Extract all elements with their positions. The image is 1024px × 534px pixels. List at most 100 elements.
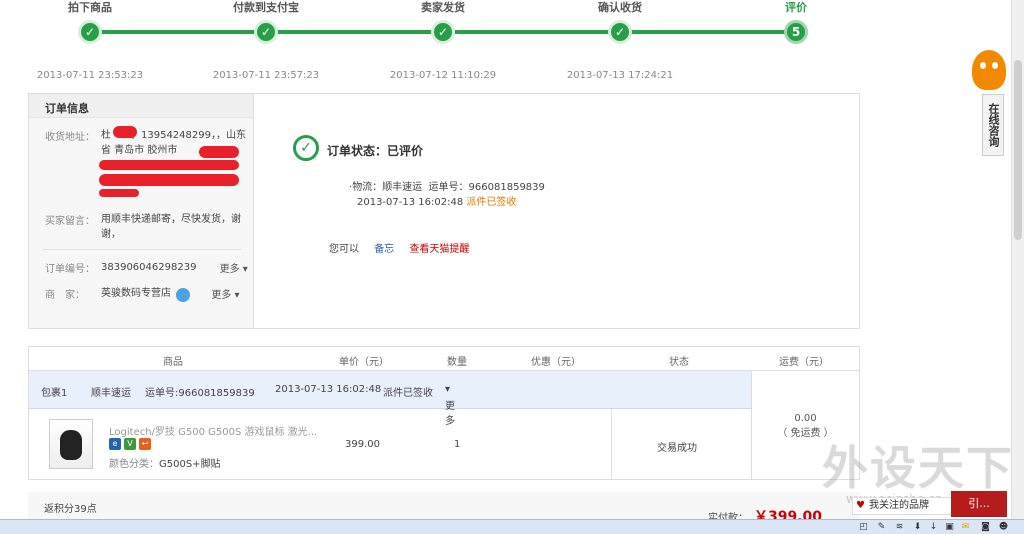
- shipping-fee: 0.00: [794, 413, 817, 424]
- step-confirm: 确认收货 ✓ 2013-07-13 17:24:21: [550, 0, 690, 81]
- return-icon: ↩: [139, 438, 151, 450]
- window-icon[interactable]: ◰: [858, 522, 869, 533]
- step-number-badge: 5: [784, 20, 808, 44]
- col-status: 状态: [669, 357, 689, 368]
- product-spec: 颜色分类：G500S+脚贴: [109, 459, 221, 470]
- scrollbar-thumb[interactable]: [1014, 60, 1022, 240]
- package-more-link[interactable]: 更多 ▾: [445, 384, 455, 427]
- step-time: 2013-07-11 23:57:23: [212, 70, 320, 81]
- download-icon[interactable]: ⬇: [912, 522, 923, 533]
- goods-table: 商品 单价（元） 数量 优惠（元） 状态 运费（元） 包裹1 顺丰速运 运单号:…: [28, 346, 860, 480]
- you-can-label: 您可以: [329, 244, 359, 255]
- step-ship: 卖家发货 ✓ 2013-07-12 11:10:29: [373, 0, 513, 81]
- order-no-value: 383906046298239: [101, 262, 197, 273]
- check-icon: ✓: [254, 20, 278, 44]
- order-info-title: 订单信息: [29, 94, 253, 118]
- order-info-panel: 订单信息 收货地址：杜 ，13954248299，，山东省 青岛市 胶州市 买家…: [28, 93, 860, 329]
- step-time: 2013-07-11 23:53:23: [36, 70, 144, 81]
- logistics-label: 物流：: [352, 182, 383, 193]
- redaction-mark: [199, 146, 239, 158]
- order-detail-page: 拍下商品 ✓ 2013-07-11 23:53:23 付款到支付宝 ✓ 2013…: [0, 0, 1024, 534]
- order-footer: 返积分39点 实付款：￥399.00: [28, 492, 860, 525]
- order-no-row: 订单编号： 383906046298239 更多 ▾: [45, 260, 248, 275]
- redaction-mark: [99, 174, 239, 186]
- order-info-sidebar: 订单信息 收货地址：杜 ，13954248299，，山东省 青岛市 胶州市 买家…: [29, 94, 254, 328]
- memo-link[interactable]: 备忘: [374, 244, 394, 255]
- step-label: 评价: [785, 1, 807, 14]
- order-status-area: ✓ 订单状态：已评价 ·物流：顺丰速运 运单号：966081859839 201…: [255, 94, 859, 328]
- quantity: 1: [454, 439, 461, 450]
- side-red-button[interactable]: 引...: [951, 491, 1007, 517]
- camera-icon[interactable]: ◙: [980, 522, 991, 533]
- mascot-icon: [972, 50, 1006, 90]
- message-value: 用顺丰快递邮寄，尽快发货，谢谢，: [101, 214, 241, 240]
- network-icon[interactable]: ≋: [894, 522, 905, 533]
- arrow-down-icon[interactable]: ↓: [928, 522, 939, 533]
- trade-status: 交易成功: [657, 443, 697, 454]
- check-icon: ✓: [431, 20, 455, 44]
- step-label: 拍下商品: [68, 1, 112, 14]
- step-time: 2013-07-13 17:24:21: [566, 70, 674, 81]
- followed-brands-button[interactable]: ♥ 我关注的品牌: [852, 497, 962, 515]
- divider: [611, 409, 612, 479]
- spec-value: G500S+脚贴: [159, 459, 221, 470]
- step-label: 卖家发货: [421, 1, 465, 14]
- carrier-name: 顺丰速运: [382, 182, 423, 193]
- table-header: 商品 单价（元） 数量 优惠（元） 状态 运费（元）: [29, 347, 859, 371]
- col-price: 单价（元）: [339, 357, 389, 368]
- tracking-number: 966081859839: [468, 182, 545, 193]
- online-consult-button[interactable]: 在线咨询: [982, 94, 1004, 156]
- mail-icon[interactable]: ✉: [960, 522, 971, 533]
- redaction-mark: [99, 160, 239, 170]
- divider: [43, 249, 241, 250]
- order-no-label: 订单编号：: [45, 264, 95, 275]
- package-status: 派件已签收: [383, 388, 433, 399]
- col-shipping: 运费（元）: [779, 357, 829, 368]
- col-discount: 优惠（元）: [531, 357, 581, 368]
- address-label: 收货地址：: [45, 132, 95, 143]
- tmall-reminder-link[interactable]: 查看天猫提醒: [409, 244, 469, 255]
- user-icon[interactable]: ☻: [998, 522, 1009, 533]
- mouse-image: [60, 430, 82, 460]
- logistics-status: 派件已签收: [466, 197, 517, 208]
- watermark: 外设天下: [822, 441, 1014, 495]
- check-icon: ✓: [78, 20, 102, 44]
- seller-link[interactable]: 英骏数码专营店: [101, 286, 171, 301]
- logistics-info: ·物流：顺丰速运 运单号：966081859839 2013-07-13 16:…: [349, 182, 545, 208]
- logistics-time: 2013-07-13 16:02:48: [357, 197, 464, 208]
- order-progress: 拍下商品 ✓ 2013-07-11 23:53:23 付款到支付宝 ✓ 2013…: [37, 0, 840, 81]
- message-label: 买家留言：: [45, 216, 95, 227]
- order-more-link[interactable]: 更多 ▾: [220, 264, 248, 275]
- unit-price: 399.00: [345, 439, 380, 450]
- product-thumbnail[interactable]: [49, 419, 93, 469]
- step-label: 确认收货: [598, 1, 642, 14]
- shield-icon: V: [124, 438, 136, 450]
- col-qty: 数量: [447, 357, 467, 368]
- message-row: 买家留言： 用顺丰快递邮寄，尽快发货，谢谢，: [45, 212, 246, 242]
- cube-icon[interactable]: ▣: [944, 522, 955, 533]
- actions-row: 您可以 备忘 查看天猫提醒: [329, 240, 469, 255]
- step-pay: 付款到支付宝 ✓ 2013-07-11 23:57:23: [196, 0, 336, 81]
- step-order: 拍下商品 ✓ 2013-07-11 23:53:23: [20, 0, 160, 81]
- online-consult-widget[interactable]: 在线咨询: [970, 50, 1010, 156]
- package-row: 包裹1 顺丰速运 运单号:966081859839 2013-07-13 16:…: [29, 371, 751, 427]
- seller-row: 商 家： 英骏数码专营店 更多 ▾: [45, 286, 240, 302]
- seller-more-link[interactable]: 更多 ▾: [211, 290, 239, 301]
- tracking-label: 运单号：: [428, 182, 469, 193]
- col-goods: 商品: [163, 357, 183, 368]
- redaction-mark: [113, 126, 137, 138]
- check-icon: ✓: [608, 20, 632, 44]
- points-text: 返积分39点: [44, 504, 97, 515]
- step-label: 付款到支付宝: [233, 1, 299, 14]
- redaction-mark: [99, 189, 139, 197]
- browser-status-bar: ◰ ✎ ≋ ⬇ ↓ ▣ ✉ ◙ ☻: [0, 519, 1024, 534]
- heart-icon: ♥: [856, 500, 865, 511]
- eye: [992, 62, 998, 69]
- check-circle-icon: ✓: [293, 135, 319, 161]
- wangwang-chat-icon[interactable]: [176, 288, 191, 302]
- package-name: 包裹1: [41, 388, 68, 399]
- step-time: 2013-07-12 11:10:29: [389, 70, 497, 81]
- seller-label: 商 家：: [45, 290, 85, 301]
- step-review: 评价 5: [726, 0, 866, 70]
- brush-icon[interactable]: ✎: [876, 522, 887, 533]
